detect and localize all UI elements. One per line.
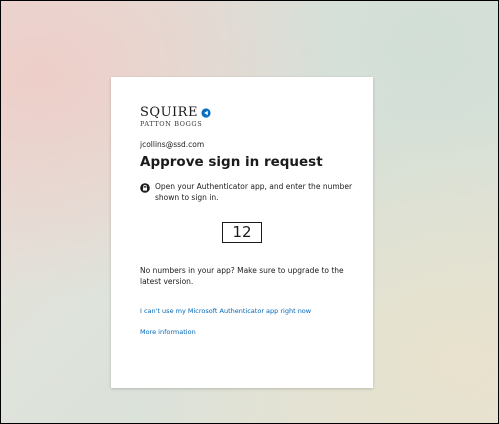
logo-name: SQUIRE xyxy=(140,105,198,120)
logo-mark-icon xyxy=(201,107,211,118)
logo-subtitle: PATTON BOGGS xyxy=(140,120,203,128)
authenticator-lock-icon xyxy=(140,183,150,193)
company-logo: SQUIRE PATTON BOGGS xyxy=(140,105,211,128)
upgrade-notice: No numbers in your app? Make sure to upg… xyxy=(140,266,344,286)
verification-number: 12 xyxy=(222,222,262,243)
page-title: Approve sign in request xyxy=(140,154,323,170)
cant-use-app-link[interactable]: I can't use my Microsoft Authenticator a… xyxy=(140,307,311,315)
more-information-link[interactable]: More information xyxy=(140,328,196,336)
instruction-text: Open your Authenticator app, and enter t… xyxy=(155,182,353,202)
sign-in-card: SQUIRE PATTON BOGGS jcollins@ssd.com App… xyxy=(111,77,373,388)
account-email: jcollins@ssd.com xyxy=(140,140,205,149)
page-background: SQUIRE PATTON BOGGS jcollins@ssd.com App… xyxy=(0,0,499,424)
